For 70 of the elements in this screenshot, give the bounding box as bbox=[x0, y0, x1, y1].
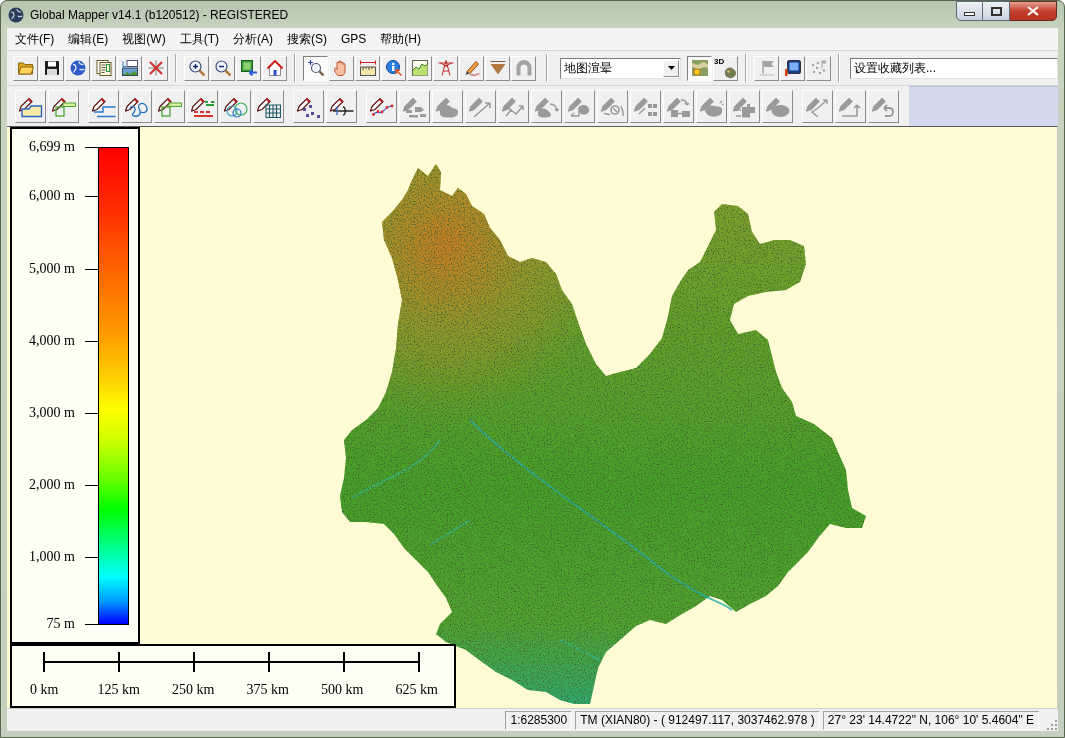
elevation-label: 5,000 m bbox=[29, 261, 75, 277]
toolbar-button[interactable]: 3D bbox=[713, 55, 738, 81]
terrain-sun-icon bbox=[691, 60, 708, 76]
zoom-in-icon bbox=[188, 60, 205, 76]
ruler-icon bbox=[359, 60, 376, 76]
globe-icon bbox=[69, 60, 86, 76]
zoom-out-icon bbox=[214, 60, 231, 76]
info-icon bbox=[385, 60, 402, 76]
maximize-button[interactable] bbox=[983, 1, 1010, 21]
scale-label: 500 km bbox=[321, 681, 364, 698]
tick-mark bbox=[85, 623, 98, 625]
menu-item[interactable]: 文件(F) bbox=[8, 31, 62, 47]
dots-flag-icon bbox=[810, 60, 827, 76]
close-button[interactable] bbox=[1010, 1, 1057, 21]
pencil-icon bbox=[463, 60, 480, 76]
tick-mark bbox=[85, 412, 98, 414]
home-icon bbox=[266, 60, 283, 76]
toolbar-button[interactable] bbox=[303, 55, 328, 81]
tick-mark bbox=[85, 146, 98, 148]
tick-mark bbox=[85, 195, 98, 197]
scale-label: 625 km bbox=[395, 681, 438, 698]
document-icon bbox=[95, 60, 112, 76]
arch-icon bbox=[515, 60, 532, 76]
window-title: Global Mapper v14.1 (b120512) - REGISTERED bbox=[30, 7, 289, 23]
menu-item[interactable]: 视图(W) bbox=[115, 31, 173, 47]
crossed-tools-icon bbox=[147, 60, 164, 76]
minimize-icon bbox=[964, 12, 975, 16]
monitor-icon bbox=[784, 60, 801, 76]
elevation-label: 6,000 m bbox=[29, 188, 75, 204]
render-mode-dropdown[interactable]: 地图渲晕 bbox=[560, 57, 681, 79]
map-sheet-icon bbox=[121, 60, 138, 76]
globe-icon bbox=[8, 7, 24, 23]
elevation-label: 6,699 m bbox=[29, 139, 75, 155]
scale-label: 250 km bbox=[172, 681, 215, 698]
tick-mark bbox=[85, 268, 98, 270]
tick-mark bbox=[85, 556, 98, 558]
close-icon bbox=[1027, 6, 1039, 16]
caret-down-icon bbox=[667, 66, 675, 70]
map-scale-readout: 1:6285300 bbox=[505, 710, 573, 730]
menu-item[interactable]: 工具(T) bbox=[172, 31, 226, 47]
elevation-label: 1,000 m bbox=[29, 549, 75, 565]
flag-icon bbox=[758, 60, 775, 76]
menu-item[interactable]: 编辑(E) bbox=[61, 31, 116, 47]
picture-arrow-icon bbox=[240, 60, 257, 76]
elevation-label: 4,000 m bbox=[29, 333, 75, 349]
menu-item[interactable]: GPS bbox=[334, 31, 374, 47]
menu-item[interactable]: 帮助(H) bbox=[373, 31, 428, 47]
elevation-label: 3,000 m bbox=[29, 405, 75, 421]
scale-label: 0 km bbox=[30, 681, 59, 698]
elevation-label: 75 m bbox=[46, 616, 75, 632]
tick-mark bbox=[85, 484, 98, 486]
magnifier-icon bbox=[307, 60, 324, 76]
down-triangle-icon bbox=[489, 60, 506, 76]
terrain-blob-icon bbox=[724, 65, 737, 79]
dropdown-arrow-button[interactable] bbox=[663, 59, 679, 77]
scale-label: 125 km bbox=[97, 681, 140, 698]
maximize-icon bbox=[990, 6, 1002, 16]
favorites-list-field[interactable]: 设置收藏列表... bbox=[850, 57, 1058, 79]
scale-label: 375 km bbox=[246, 681, 289, 698]
menu-item[interactable]: 分析(A) bbox=[226, 31, 280, 47]
tower-icon bbox=[437, 60, 454, 76]
projection-readout: TM (XIAN80) - ( 912497.117, 3037462.978 ) bbox=[575, 710, 820, 730]
coordinate-readout: 27° 23' 14.4722" N, 106° 10' 5.4604" E bbox=[822, 710, 1039, 730]
minimize-button[interactable] bbox=[956, 1, 983, 21]
menu-item[interactable]: 搜索(S) bbox=[280, 31, 334, 47]
profile-chart-icon bbox=[411, 60, 428, 76]
folder-icon bbox=[17, 60, 34, 76]
resize-grip-icon bbox=[1045, 718, 1057, 730]
tick-mark bbox=[85, 340, 98, 342]
elevation-label: 2,000 m bbox=[29, 477, 75, 493]
